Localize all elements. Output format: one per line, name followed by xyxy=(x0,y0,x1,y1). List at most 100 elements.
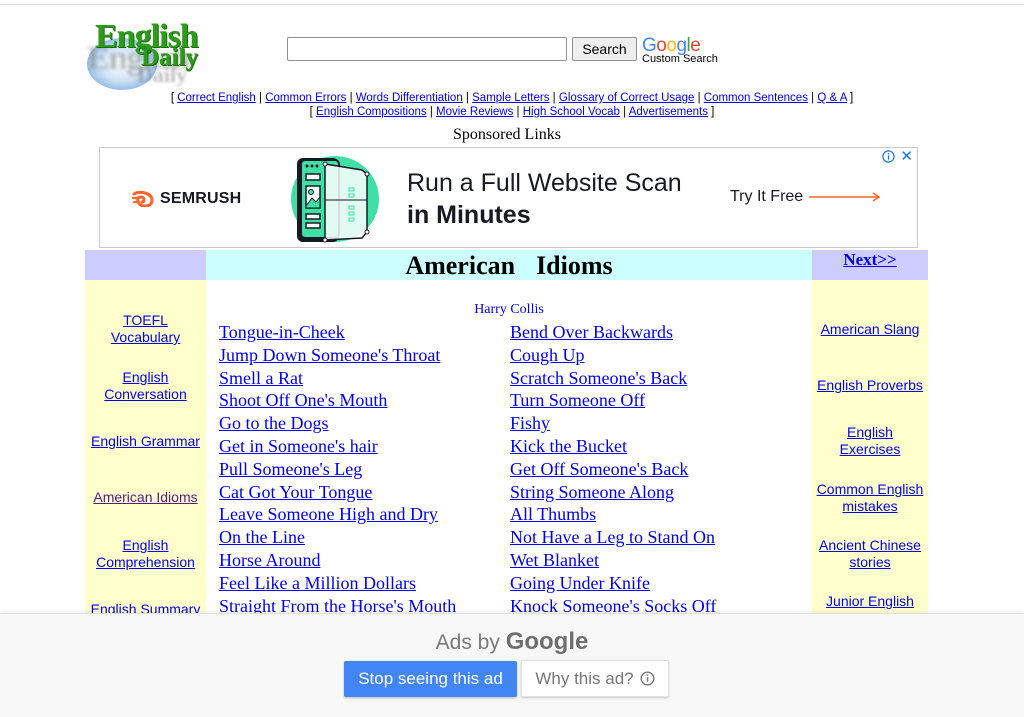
sidebar-link-line: English xyxy=(847,424,893,440)
sidebar-link-american-idioms[interactable]: American Idioms xyxy=(85,489,206,506)
search-input[interactable] xyxy=(287,37,567,61)
sidebar-link-junior-english[interactable]: Junior English xyxy=(812,593,928,610)
browser-top-border xyxy=(0,4,1024,5)
sidebar-link-line: Junior English xyxy=(826,593,914,609)
nav-link-common-errors[interactable]: Common Errors xyxy=(265,92,346,104)
idiom-link[interactable]: Kick the Bucket xyxy=(510,435,716,458)
idiom-link[interactable]: Turn Someone Off xyxy=(510,389,716,412)
idiom-link[interactable]: Shoot Off One's Mouth xyxy=(219,389,456,412)
google-custom-search-brand: Google Custom Search xyxy=(642,36,718,65)
sidebar-link-label[interactable]: English Grammar xyxy=(91,433,200,449)
right-column-header: Next>> xyxy=(812,250,928,280)
sidebar-link-english-conversation[interactable]: English Conversation xyxy=(85,369,206,403)
semrush-brand-text: SEMRUSH xyxy=(160,190,242,207)
sidebar-link-label[interactable]: Ancient Chinese stories xyxy=(819,537,921,570)
info-icon[interactable] xyxy=(882,150,895,163)
idiom-link[interactable]: Go to the Dogs xyxy=(219,412,456,435)
why-this-ad-label: Why this ad? xyxy=(535,668,634,688)
nav-separator: | xyxy=(694,92,704,104)
left-sidebar: TOEFL Vocabulary English Conversation Englis… xyxy=(85,280,206,620)
english-daily-logo[interactable]: English Daily English Daily xyxy=(85,18,210,90)
idiom-link[interactable]: Pull Someone's Leg xyxy=(219,458,456,481)
nav-bracket-close: ] xyxy=(707,106,715,118)
sidebar-link-label[interactable]: English Comprehension xyxy=(96,537,195,570)
nav-link-high-school-vocab[interactable]: High School Vocab xyxy=(523,106,620,118)
next-link[interactable]: Next>> xyxy=(843,250,896,269)
sidebar-link-line: American Slang xyxy=(820,321,920,337)
sidebar-link-ancient-chinese-stories[interactable]: Ancient Chinese stories xyxy=(812,537,928,571)
idiom-link[interactable]: Wet Blanket xyxy=(510,549,716,572)
search-button[interactable]: Search xyxy=(572,37,637,61)
sidebar-link-english-grammar[interactable]: English Grammar xyxy=(85,433,206,450)
sidebar-link-american-slang[interactable]: American Slang xyxy=(812,321,928,338)
nav-separator: | xyxy=(549,92,559,104)
sidebar-link-english-comprehension[interactable]: English Comprehension xyxy=(85,537,206,571)
stop-seeing-this-ad-button[interactable]: Stop seeing this ad xyxy=(344,661,517,697)
sidebar-link-toefl-vocabulary[interactable]: TOEFL Vocabulary xyxy=(85,312,206,346)
nav-link-advertisements[interactable]: Advertisements xyxy=(629,106,708,118)
idiom-link[interactable]: Bend Over Backwards xyxy=(510,321,716,344)
nav-link-correct-english[interactable]: Correct English xyxy=(177,92,256,104)
try-it-free-cta[interactable]: Try It Free xyxy=(730,188,881,206)
nav-link-movie-reviews[interactable]: Movie Reviews xyxy=(436,106,513,118)
sidebar-link-label[interactable]: English Proverbs xyxy=(817,377,923,393)
nav-link-q-a[interactable]: Q & A xyxy=(817,92,846,104)
sidebar-link-english-proverbs[interactable]: English Proverbs xyxy=(812,377,928,394)
idiom-link[interactable]: Going Under Knife xyxy=(510,572,716,595)
idiom-link[interactable]: Scratch Someone's Back xyxy=(510,367,716,390)
nav-link-words-differentiation[interactable]: Words Differentiation xyxy=(356,92,463,104)
ad-headline-line-2: in Minutes xyxy=(407,201,531,229)
sidebar-link-label[interactable]: TOEFL Vocabulary xyxy=(111,312,180,345)
idiom-link[interactable]: Horse Around xyxy=(219,549,456,572)
sidebar-link-line: TOEFL xyxy=(123,312,168,328)
semrush-logo: SEMRUSH xyxy=(132,190,241,208)
idiom-link[interactable]: Fishy xyxy=(510,412,716,435)
sidebar-link-english-exercises[interactable]: English Exercises xyxy=(812,424,928,458)
idiom-link[interactable]: Tongue-in-Cheek xyxy=(219,321,456,344)
sidebar-link-line: Ancient Chinese xyxy=(819,537,921,553)
nav-separator: | xyxy=(346,92,356,104)
idiom-link[interactable]: Cat Got Your Tongue xyxy=(219,481,456,504)
sidebar-link-label[interactable]: American Idioms xyxy=(93,489,197,505)
nav-link-english-compositions[interactable]: English Compositions xyxy=(316,106,427,118)
nav-link-common-sentences[interactable]: Common Sentences xyxy=(704,92,808,104)
ad-banner[interactable]: SEMRUSH Run a Full Website Scan in Minut… xyxy=(99,147,918,248)
sidebar-link-line: Vocabulary xyxy=(110,329,181,345)
idiom-link[interactable]: Get Off Someone's Back xyxy=(510,458,716,481)
idiom-link[interactable]: Smell a Rat xyxy=(219,367,456,390)
sidebar-link-line: English xyxy=(122,537,169,553)
sidebar-link-label[interactable]: English Conversation xyxy=(104,369,187,402)
ad-headline[interactable]: Run a Full Website Scan in Minutes xyxy=(407,167,682,231)
ads-by-google-label: Ads by Google xyxy=(0,628,1024,656)
sidebar-link-common-english-mistakes[interactable]: Common English mistakes xyxy=(812,481,928,515)
why-this-ad-button[interactable]: Why this ad? xyxy=(521,660,669,697)
sidebar-link-label[interactable]: English Exercises xyxy=(840,424,901,457)
sidebar-link-line: Common English xyxy=(816,481,924,497)
sidebar-link-line: English Grammar xyxy=(91,433,200,449)
idiom-link[interactable]: Not Have a Leg to Stand On xyxy=(510,526,716,549)
idiom-link[interactable]: All Thumbs xyxy=(510,503,716,526)
nav-link-glossary-of-correct-usage[interactable]: Glossary of Correct Usage xyxy=(559,92,695,104)
left-column-header xyxy=(85,250,206,280)
idiom-link[interactable]: String Someone Along xyxy=(510,481,716,504)
sidebar-link-label[interactable]: American Slang xyxy=(821,321,920,337)
sidebar-link-line: Exercises xyxy=(839,441,901,457)
sidebar-link-label[interactable]: Junior English xyxy=(826,593,914,609)
cta-label: Try It Free xyxy=(730,188,804,205)
idiom-link[interactable]: Feel Like a Million Dollars xyxy=(219,572,456,595)
idiom-link[interactable]: Get in Someone's hair xyxy=(219,435,456,458)
nav-separator: | xyxy=(462,92,473,104)
sidebar-link-line: Conversation xyxy=(104,386,187,402)
close-icon[interactable]: ✕ xyxy=(900,149,913,164)
nav-row-1: [ Correct English | Common Errors | Word… xyxy=(0,92,1024,104)
idiom-link[interactable]: On the Line xyxy=(219,526,456,549)
idioms-column-2: Bend Over Backwards Cough Up Scratch Someo… xyxy=(510,321,716,617)
sidebar-link-label[interactable]: Common English mistakes xyxy=(817,481,924,514)
idiom-link[interactable]: Leave Someone High and Dry xyxy=(219,503,456,526)
sponsored-links-label: Sponsored Links xyxy=(453,126,561,143)
nav-separator: | xyxy=(619,106,629,118)
nav-link-sample-letters[interactable]: Sample Letters xyxy=(472,92,549,104)
page-title-bar: American Idioms xyxy=(206,250,812,280)
idiom-link[interactable]: Cough Up xyxy=(510,344,716,367)
idiom-link[interactable]: Jump Down Someone's Throat xyxy=(219,344,456,367)
